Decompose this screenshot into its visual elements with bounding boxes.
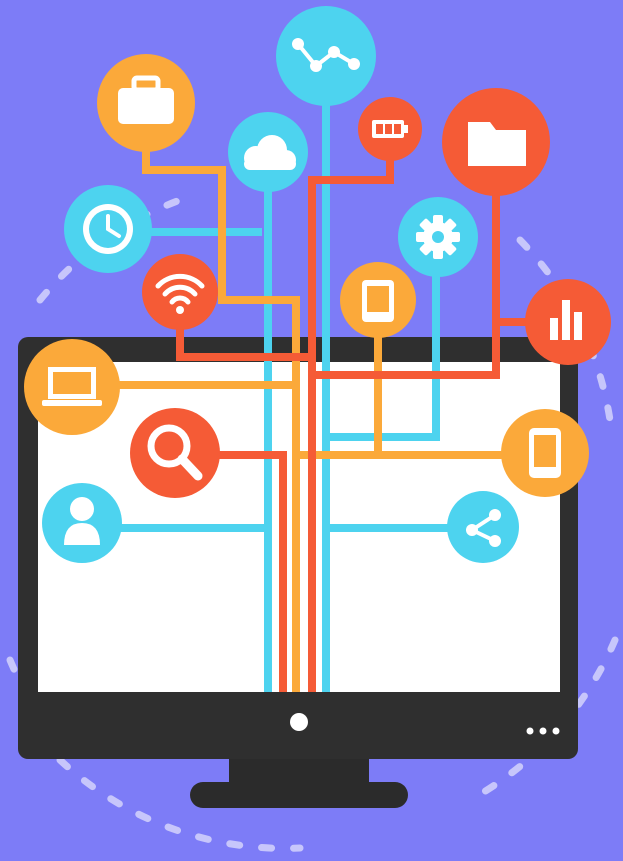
gear-icon[interactable] [398, 197, 478, 277]
cloud-icon[interactable] [228, 112, 308, 192]
network-illustration [0, 0, 623, 861]
battery-icon[interactable] [358, 97, 422, 161]
bar-chart-icon[interactable] [525, 279, 611, 365]
illustration-scene [0, 0, 623, 861]
briefcase-icon[interactable] [97, 54, 195, 152]
user-icon[interactable] [42, 483, 122, 563]
mobile-phone-icon[interactable] [501, 409, 589, 497]
monitor-base [190, 782, 408, 808]
tablet-icon[interactable] [340, 262, 416, 338]
laptop-icon[interactable] [24, 339, 120, 435]
clock-icon[interactable] [64, 185, 152, 273]
menu-dots[interactable] [526, 727, 560, 735]
power-button[interactable] [290, 713, 308, 731]
search-icon[interactable] [130, 408, 220, 498]
folder-icon[interactable] [442, 88, 550, 196]
wifi-icon[interactable] [142, 254, 218, 330]
share-icon[interactable] [447, 491, 519, 563]
chart-line-icon[interactable] [276, 6, 376, 106]
